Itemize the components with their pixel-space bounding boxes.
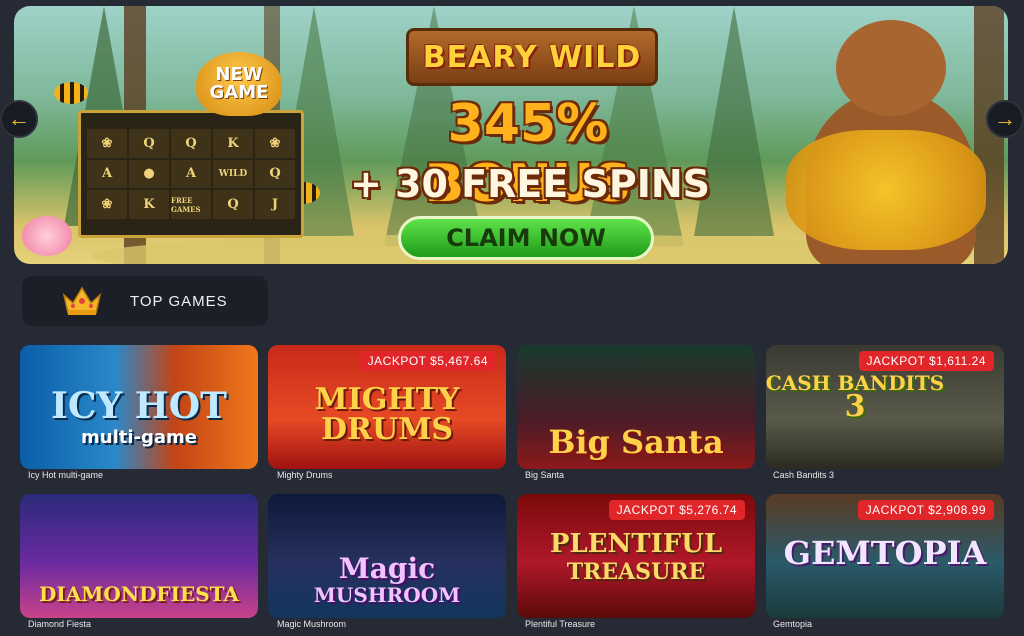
bee-icon	[54, 82, 88, 104]
promo-subheadline: + 30 FREE SPINS	[349, 162, 711, 206]
game-tile[interactable]: Big Santa	[517, 345, 755, 469]
game-art-title-line1: Magic	[338, 552, 436, 585]
arrow-right-icon[interactable]: →	[986, 100, 1024, 138]
game-tile[interactable]: JACKPOT $5,467.64 MIGHTY DRUMS	[268, 345, 506, 469]
game-tile[interactable]: ICY HOT multi-game	[20, 345, 258, 469]
jackpot-badge: JACKPOT $2,908.99	[857, 500, 994, 520]
slot-symbol-free: FREE GAMES	[171, 190, 211, 219]
game-tile[interactable]: Magic MUSHROOM	[268, 494, 506, 618]
slot-symbol: Q	[171, 129, 211, 158]
game-art-title: CASH BANDITS 3	[766, 371, 1004, 424]
game-art-title: DIAMONDFIESTA	[39, 582, 239, 606]
bear-head	[836, 20, 946, 116]
game-tile[interactable]: JACKPOT $1,611.24 CASH BANDITS 3	[766, 345, 1004, 469]
new-game-badge-line2: GAME	[209, 82, 269, 103]
game-art-title-line1: CASH BANDITS	[766, 371, 945, 395]
game-art-title-line2: MUSHROOM	[313, 583, 461, 607]
game-name[interactable]: Gemtopia	[773, 619, 812, 629]
slot-symbol: Q	[129, 129, 169, 158]
slot-symbol: J	[255, 190, 295, 219]
game-name[interactable]: Icy Hot multi-game	[28, 470, 103, 480]
slot-symbol-wild: WILD	[213, 159, 253, 189]
slot-preview: ❀ Q Q K ❀ A ● A WILD Q ❀ K FREE GAMES Q …	[78, 110, 304, 238]
jackpot-badge: JACKPOT $5,276.74	[608, 500, 745, 520]
game-art-title-line2: multi-game	[81, 427, 197, 448]
slot-symbol: A	[87, 159, 127, 189]
slot-symbol: ❀	[255, 129, 295, 158]
arrow-left-icon[interactable]: ←	[0, 100, 38, 138]
game-art-title-line1: PLENTIFUL	[549, 529, 723, 559]
slot-symbol: ❀	[87, 190, 127, 219]
casino-lobby: ❀ Q Q K ❀ A ● A WILD Q ❀ K FREE GAMES Q …	[0, 0, 1024, 636]
slot-symbol: Q	[255, 159, 295, 189]
new-game-badge: NEW GAME	[196, 52, 282, 116]
promo-banner[interactable]: ❀ Q Q K ❀ A ● A WILD Q ❀ K FREE GAMES Q …	[14, 6, 1008, 264]
game-art-title-line2: DRUMS	[321, 412, 453, 447]
game-art-title-line1: MIGHTY	[314, 382, 460, 417]
game-art-title: PLENTIFUL TREASURE	[517, 530, 755, 586]
game-logo-text: BEARY WILD	[422, 39, 642, 75]
flower-decoration	[22, 216, 72, 256]
game-name[interactable]: Big Santa	[525, 470, 564, 480]
claim-now-button[interactable]: CLAIM NOW	[398, 216, 654, 260]
game-name[interactable]: Mighty Drums	[277, 470, 333, 480]
slot-symbol: A	[171, 159, 211, 189]
slot-symbol: ●	[129, 159, 169, 189]
slot-symbol: Q	[213, 190, 253, 219]
slot-symbol: K	[213, 129, 253, 158]
game-tile[interactable]: DIAMONDFIESTA	[20, 494, 258, 618]
honey-drip	[786, 130, 986, 250]
game-name[interactable]: Magic Mushroom	[277, 619, 346, 629]
game-art-title: ICY HOT multi-game	[20, 385, 258, 448]
game-art-title: MIGHTY DRUMS	[268, 385, 506, 445]
jackpot-badge: JACKPOT $1,611.24	[858, 351, 994, 371]
game-name[interactable]: Diamond Fiesta	[28, 619, 91, 629]
crown-icon	[62, 285, 102, 317]
game-art-title: GEMTOPIA	[783, 534, 987, 572]
game-tile[interactable]: JACKPOT $2,908.99 GEMTOPIA	[766, 494, 1004, 618]
game-art-title: Magic MUSHROOM	[268, 552, 506, 608]
game-name[interactable]: Plentiful Treasure	[525, 619, 595, 629]
game-tile[interactable]: JACKPOT $5,276.74 PLENTIFUL TREASURE	[517, 494, 755, 618]
slot-symbol: ❀	[87, 129, 127, 158]
game-art-title-line1: ICY HOT	[51, 385, 227, 427]
top-games-header[interactable]: TOP GAMES	[22, 276, 268, 326]
slot-symbol: K	[129, 190, 169, 219]
bear-mascot	[786, 20, 986, 264]
game-art-title-line2: 3	[844, 389, 866, 424]
jackpot-badge: JACKPOT $5,467.64	[359, 351, 496, 371]
section-title: TOP GAMES	[130, 292, 228, 310]
game-art-title: Big Santa	[548, 423, 724, 461]
game-logo: BEARY WILD	[406, 28, 658, 86]
slot-reels: ❀ Q Q K ❀ A ● A WILD Q ❀ K FREE GAMES Q …	[87, 129, 295, 219]
game-art-title-line2: TREASURE	[566, 559, 706, 585]
game-name[interactable]: Cash Bandits 3	[773, 470, 834, 480]
